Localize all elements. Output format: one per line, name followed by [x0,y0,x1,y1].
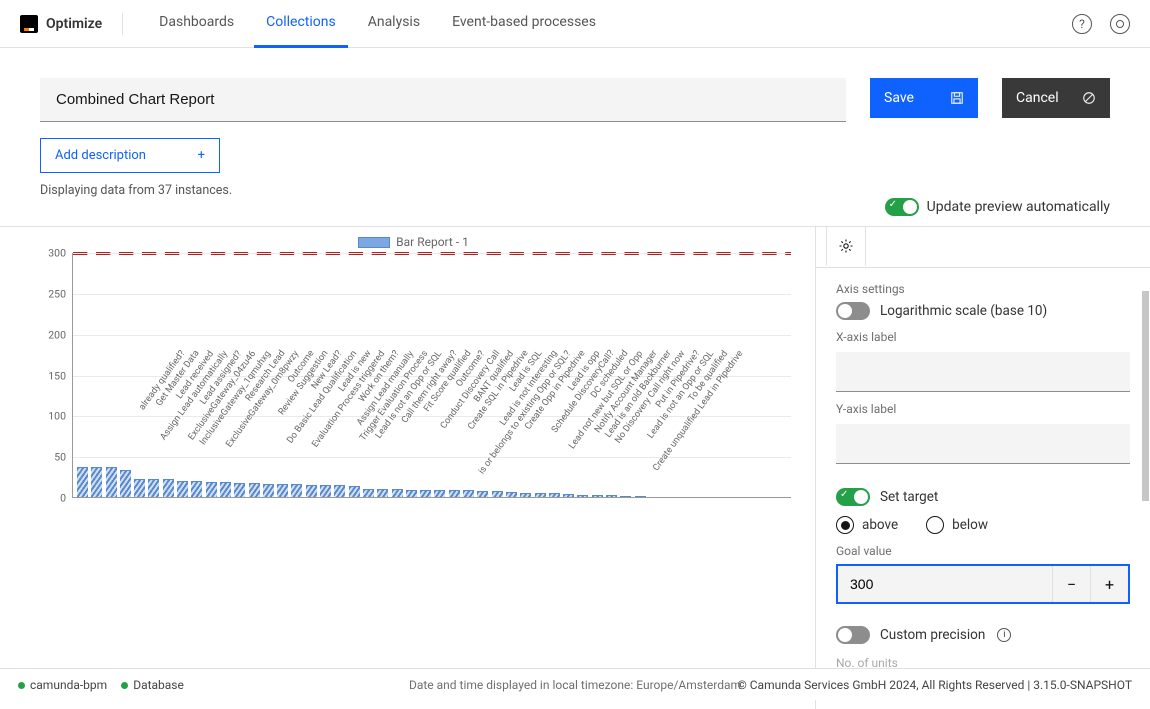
timezone-note: Date and time displayed in local timezon… [409,678,741,692]
goal-value-stepper: − + [836,564,1130,604]
y-tick: 0 [60,492,66,505]
x-axis-label-caption: X-axis label [836,330,1130,344]
set-target-toggle[interactable] [836,488,870,506]
copyright: © Camunda Services GmbH 2024, All Rights… [737,678,1132,692]
custom-precision-label: Custom precision [880,627,985,643]
y-axis-label-caption: Y-axis label [836,402,1130,416]
x-axis-label-input[interactable] [836,352,1130,392]
legend-swatch [358,237,390,248]
nav-dashboards[interactable]: Dashboards [147,0,246,48]
auto-update-toggle[interactable] [885,198,919,216]
cancel-button-label: Cancel [1016,90,1059,106]
engine-status: camunda-bpm [18,678,107,692]
goal-value-caption: Goal value [836,544,1130,558]
add-description-button[interactable]: Add description + [40,138,220,173]
y-tick: 300 [48,247,66,260]
log-scale-label: Logarithmic scale (base 10) [880,303,1047,319]
y-tick: 250 [48,287,66,300]
y-tick: 50 [54,451,66,464]
auto-update-label: Update preview automatically [927,199,1110,215]
nav-analysis[interactable]: Analysis [356,0,432,48]
axis-settings-panel: Axis settings Logarithmic scale (base 10… [815,227,1150,709]
chart-legend: Bar Report - 1 [32,235,795,249]
y-tick: 200 [48,328,66,341]
user-icon[interactable] [1110,14,1130,34]
legend-label: Bar Report - 1 [396,235,469,249]
set-target-label: Set target [880,489,938,505]
cancel-button[interactable]: Cancel [1002,78,1110,118]
cancel-icon [1082,91,1096,105]
gear-icon [838,238,854,254]
custom-precision-toggle[interactable] [836,626,870,644]
goal-increment-button[interactable]: + [1090,566,1128,602]
app-name: Optimize [46,16,102,32]
axis-settings-heading: Axis settings [836,282,1130,296]
plus-icon: + [198,148,205,163]
y-axis-label-input[interactable] [836,424,1130,464]
status-dot-icon [121,682,128,689]
settings-tab[interactable] [826,226,866,266]
target-above-radio[interactable]: above [836,516,898,534]
nav-event-based-processes[interactable]: Event-based processes [440,0,608,48]
info-icon[interactable]: i [997,628,1011,642]
nav-collections[interactable]: Collections [254,0,348,48]
database-status: Database [121,678,184,692]
save-button[interactable]: Save [870,78,978,118]
status-dot-icon [18,682,25,689]
auto-update-row: Update preview automatically [0,198,1150,226]
above-label: above [862,517,898,533]
y-tick: 100 [48,410,66,423]
app-header: Optimize DashboardsCollectionsAnalysisEv… [0,0,1150,48]
y-tick: 150 [48,369,66,382]
target-below-radio[interactable]: below [926,516,988,534]
save-button-label: Save [884,90,914,106]
log-scale-toggle[interactable] [836,302,870,320]
help-icon[interactable]: ? [1072,14,1092,34]
report-toolbar: Add description + Displaying data from 3… [0,48,1150,198]
goal-value-input[interactable] [838,566,1052,602]
app-footer: camunda-bpm Database Date and time displ… [0,668,1150,700]
camunda-logo-icon [20,15,38,33]
scrollbar-thumb[interactable] [1142,291,1149,501]
save-icon [950,91,964,105]
below-label: below [952,517,988,533]
main-nav: DashboardsCollectionsAnalysisEvent-based… [147,0,608,48]
report-title-input[interactable] [40,78,846,122]
app-logo: Optimize [20,13,123,35]
add-description-label: Add description [55,148,146,163]
instances-note: Displaying data from 37 instances. [40,183,846,198]
goal-decrement-button[interactable]: − [1052,566,1090,602]
combined-bar-chart: 050100150200250300 already qualified?Get… [32,253,795,498]
